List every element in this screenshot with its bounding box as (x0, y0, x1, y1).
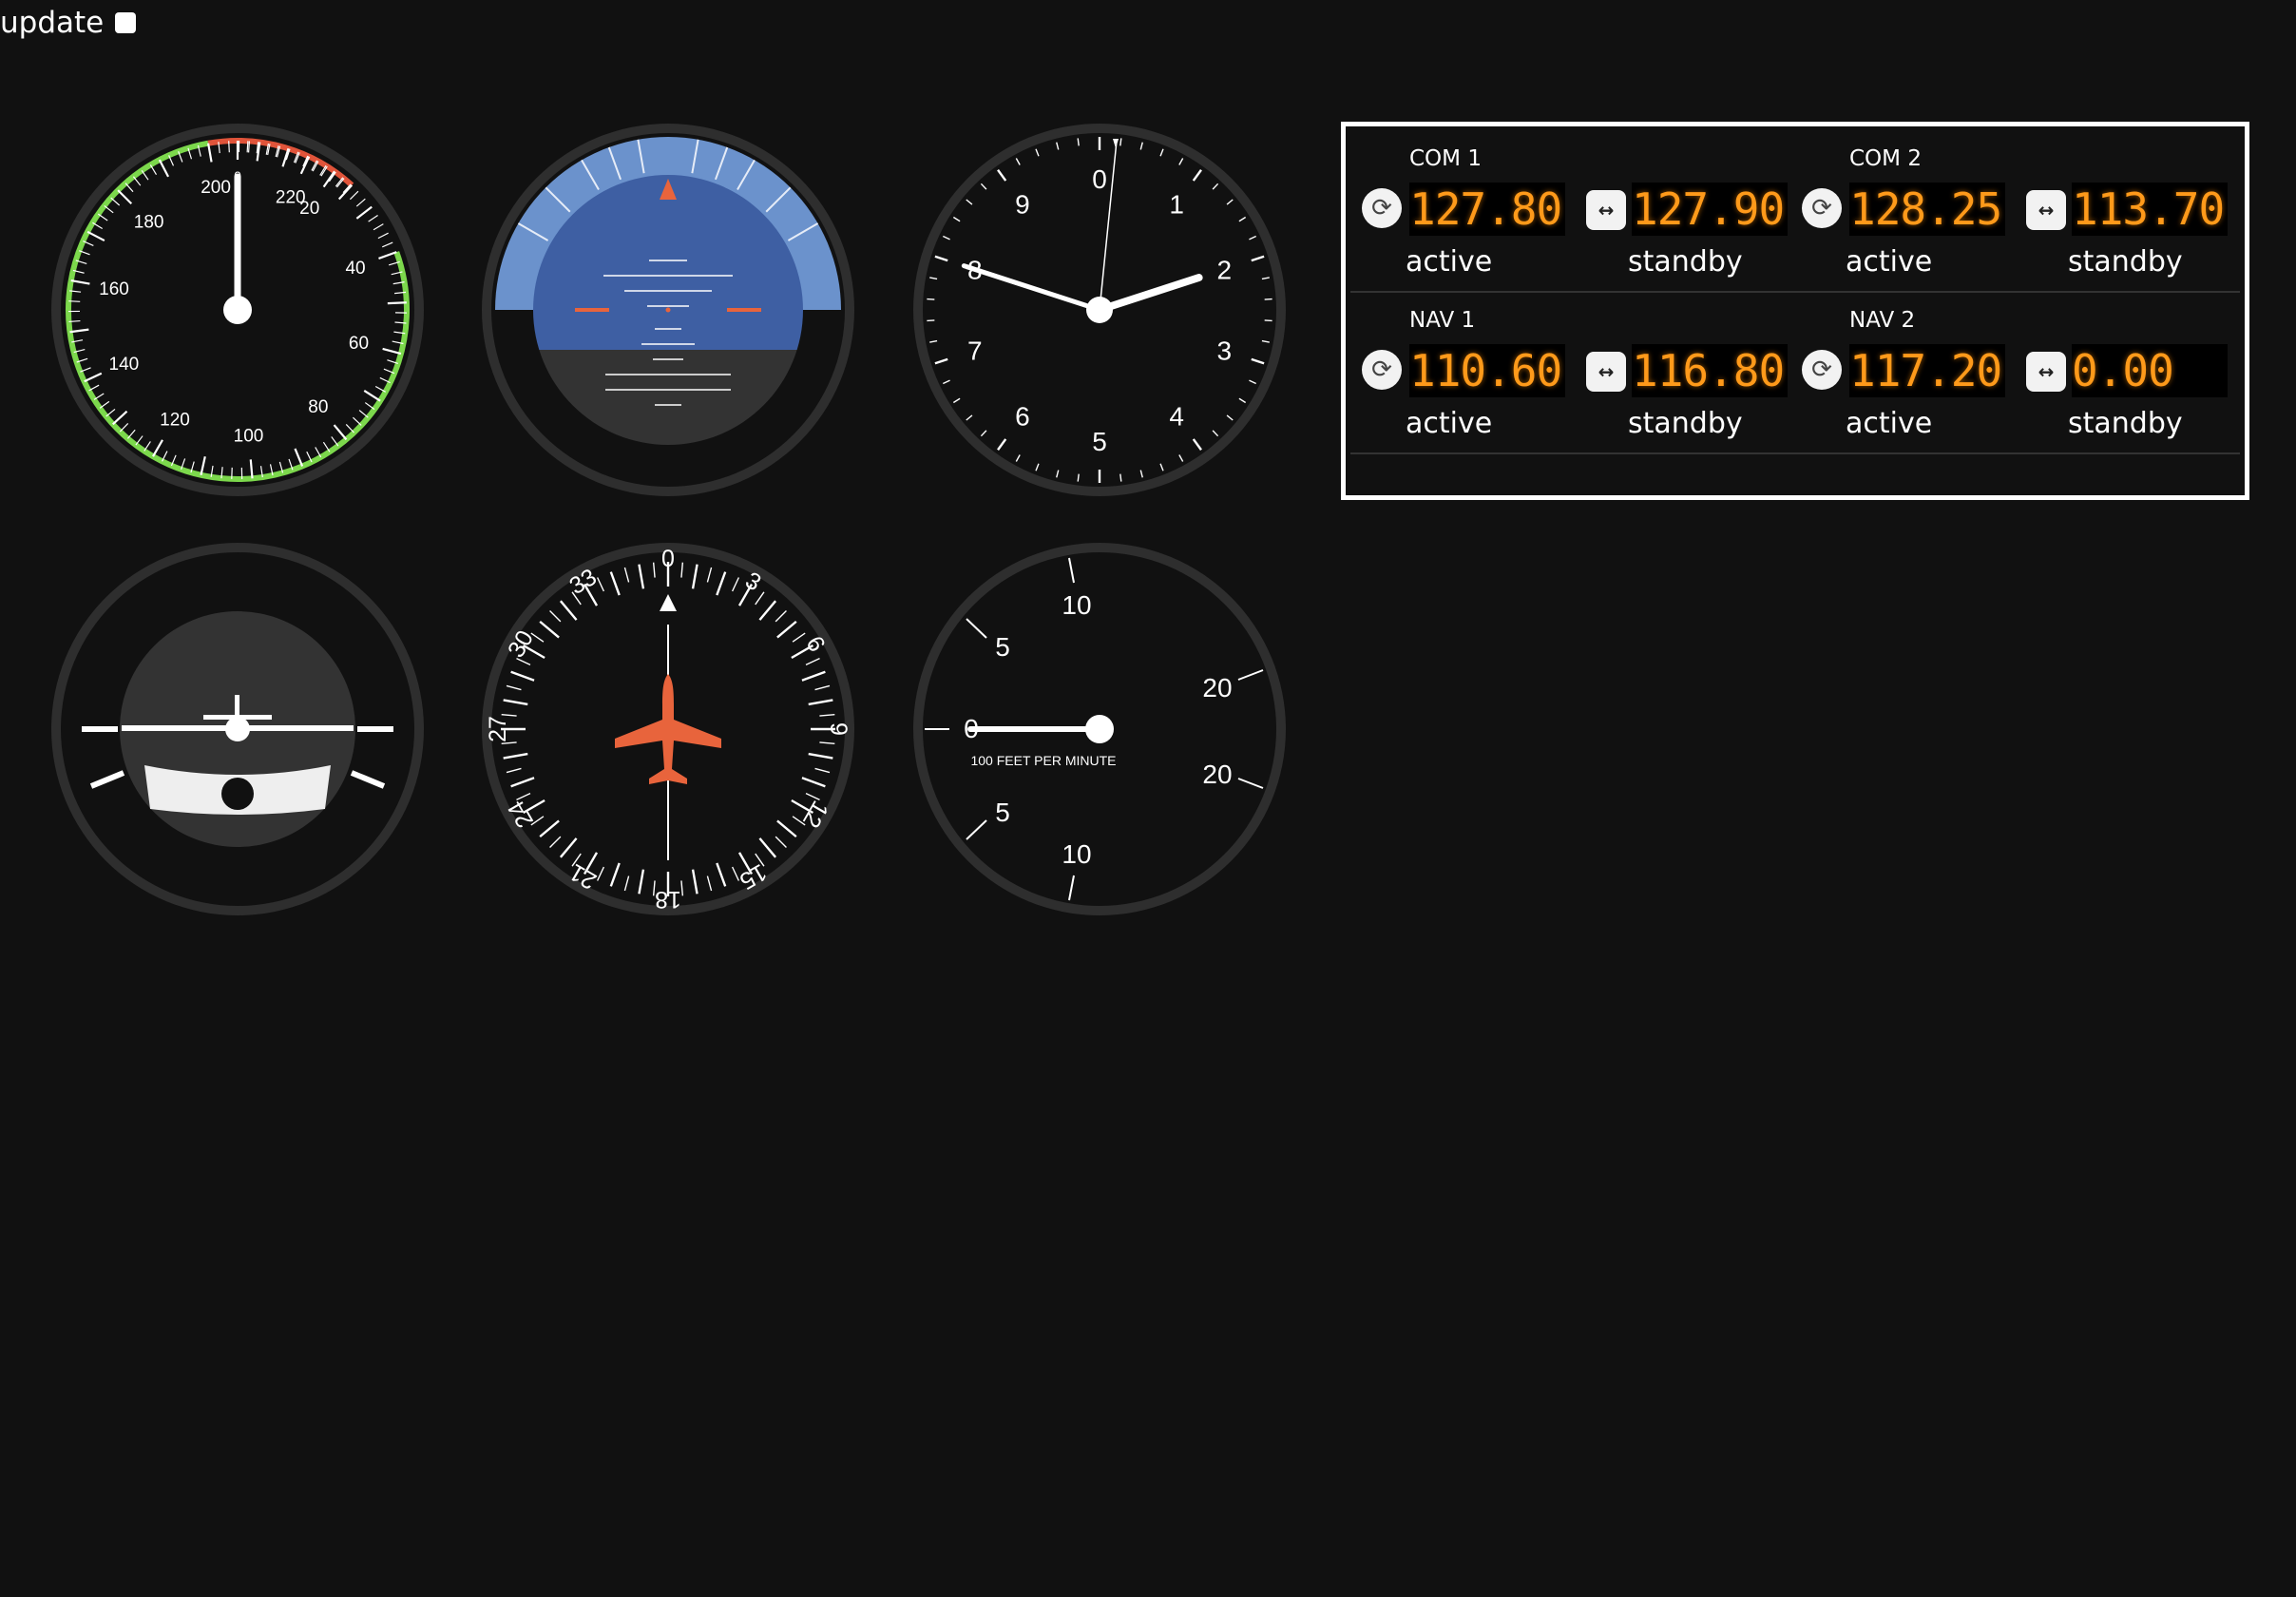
airspeed-label: 140 (109, 355, 140, 375)
clock-numeral: 2 (1216, 255, 1232, 284)
standby-frequency[interactable]: 116.80 (1632, 344, 1788, 397)
clock-numeral: 0 (1092, 164, 1107, 194)
turn-coordinator-dial (51, 543, 424, 915)
airspeed-label: 60 (349, 334, 369, 354)
radio-title: COM 1 (1409, 146, 1482, 171)
active-frequency: 128.25 (1849, 183, 2005, 236)
swap-icon[interactable]: ⟳ (1362, 350, 1402, 390)
clock-hub (1086, 297, 1113, 323)
airspeed-indicator: 20406080100120140160180200220 0 (46, 118, 430, 502)
active-frequency: 117.20 (1849, 344, 2005, 397)
clock-tick (1119, 473, 1122, 482)
clock-tick (1077, 138, 1080, 146)
vsi-label-dn10: 10 (1062, 839, 1091, 869)
clock-tick (1264, 319, 1272, 322)
update-label: update (0, 6, 105, 40)
vsi-units: 100 FEET PER MINUTE (970, 753, 1116, 768)
update-checkbox[interactable] (115, 12, 137, 33)
airspeed-tick (68, 300, 81, 302)
turn-coordinator (46, 537, 430, 921)
airspeed-tick (387, 301, 407, 305)
heading-label: 0 (661, 546, 675, 572)
standby-frequency[interactable]: 0.00 (2072, 344, 2228, 397)
transfer-icon[interactable]: ↔ (2026, 352, 2066, 392)
radio-group-com2: COM 2 ⟳ 128.25 ↔ 113.70 active standby (1790, 131, 2231, 291)
clock-tick (927, 319, 935, 322)
airspeed-dial: 20406080100120140160180200220 0 (51, 124, 424, 496)
airspeed-tick (228, 141, 230, 153)
heading-label: 27 (485, 716, 511, 742)
radio-title: NAV 1 (1409, 308, 1476, 333)
vsi-label-dn5: 5 (995, 798, 1010, 827)
standby-label: standby (2068, 245, 2183, 279)
airspeed-label: 160 (99, 279, 129, 299)
vsi-hub (1085, 715, 1114, 743)
heading-label: 9 (825, 722, 851, 736)
clock-numeral: 3 (1216, 337, 1232, 366)
transfer-icon[interactable]: ↔ (1586, 352, 1626, 392)
inclinometer-ball (221, 778, 254, 810)
active-label: active (1406, 407, 1493, 440)
heading-dial: 03691215182124273033 (482, 543, 854, 915)
radio-group-com1: COM 1 ⟳ 127.80 ↔ 127.90 active standby (1350, 131, 1791, 291)
swap-icon[interactable]: ⟳ (1802, 188, 1842, 228)
airspeed-tick (247, 141, 251, 153)
airspeed-label: 120 (160, 410, 190, 430)
swap-icon[interactable]: ⟳ (1362, 188, 1402, 228)
clock-tick (1264, 298, 1272, 300)
clock-tick (1119, 138, 1122, 146)
clock-numeral: 1 (1169, 189, 1184, 219)
airspeed-hub (223, 296, 252, 324)
standby-label: standby (2068, 407, 2183, 440)
standby-label: standby (1628, 407, 1743, 440)
airspeed-label: 180 (134, 213, 164, 233)
clock-numeral: 6 (1015, 402, 1030, 432)
clock-dial: 0123456789 (913, 124, 1286, 496)
airspeed-tick (246, 141, 249, 153)
standby-frequency[interactable]: 113.70 (2072, 183, 2228, 236)
airspeed-label: 220 (276, 187, 306, 207)
radio-row-nav: NAV 1 ⟳ 110.60 ↔ 116.80 active standby N… (1350, 293, 2240, 454)
clock-tick (1077, 473, 1080, 482)
clock-tick (927, 298, 935, 300)
active-label: active (1846, 407, 1933, 440)
airspeed-label: 40 (345, 259, 365, 279)
clock-numeral: 5 (1092, 427, 1107, 456)
vsi-dial: 0 5 10 20 5 10 20 100 FEET PER MINUTE (913, 543, 1286, 915)
airspeed-tick (68, 319, 81, 323)
update-control: update (0, 4, 137, 42)
airspeed-label: 100 (234, 426, 264, 446)
radio-group-nav1: NAV 1 ⟳ 110.60 ↔ 116.80 active standby (1350, 293, 1791, 452)
vsi-label-up10: 10 (1062, 590, 1091, 620)
transfer-icon[interactable]: ↔ (2026, 190, 2066, 230)
vertical-speed-indicator: 0 5 10 20 5 10 20 100 FEET PER MINUTE (908, 537, 1292, 921)
radio-row-com: COM 1 ⟳ 127.80 ↔ 127.90 active standby C… (1350, 131, 2240, 293)
active-frequency: 127.80 (1409, 183, 1565, 236)
active-label: active (1406, 245, 1493, 279)
clock-numeral: 7 (967, 337, 983, 366)
vsi-label-up20: 20 (1202, 673, 1232, 702)
attitude-center-dot (665, 307, 671, 313)
attitude-indicator (476, 118, 860, 502)
radio-group-nav2: NAV 2 ⟳ 117.20 ↔ 0.00 active standby (1790, 293, 2231, 452)
clock-numeral: 4 (1169, 402, 1184, 432)
active-frequency: 110.60 (1409, 344, 1565, 397)
heading-indicator: 0 3 6 9 12 15 18 21 24 27 30 33 (476, 537, 860, 921)
swap-icon[interactable]: ⟳ (1802, 350, 1842, 390)
radio-title: COM 2 (1849, 146, 1922, 171)
radio-title: NAV 2 (1849, 308, 1916, 333)
airspeed-label: 80 (308, 397, 328, 417)
heading-label: 18 (655, 886, 681, 913)
clock-numeral: 9 (1015, 189, 1030, 219)
attitude-dial (482, 124, 854, 496)
airspeed-label: 200 (201, 178, 231, 198)
vsi-label-up5: 5 (995, 632, 1010, 662)
standby-label: standby (1628, 245, 1743, 279)
standby-frequency[interactable]: 127.90 (1632, 183, 1788, 236)
active-label: active (1846, 245, 1933, 279)
clock: 0123456789 (908, 118, 1292, 502)
radio-panel: COM 1 ⟳ 127.80 ↔ 127.90 active standby C… (1341, 122, 2249, 500)
transfer-icon[interactable]: ↔ (1586, 190, 1626, 230)
vsi-label-dn20: 20 (1202, 760, 1232, 789)
